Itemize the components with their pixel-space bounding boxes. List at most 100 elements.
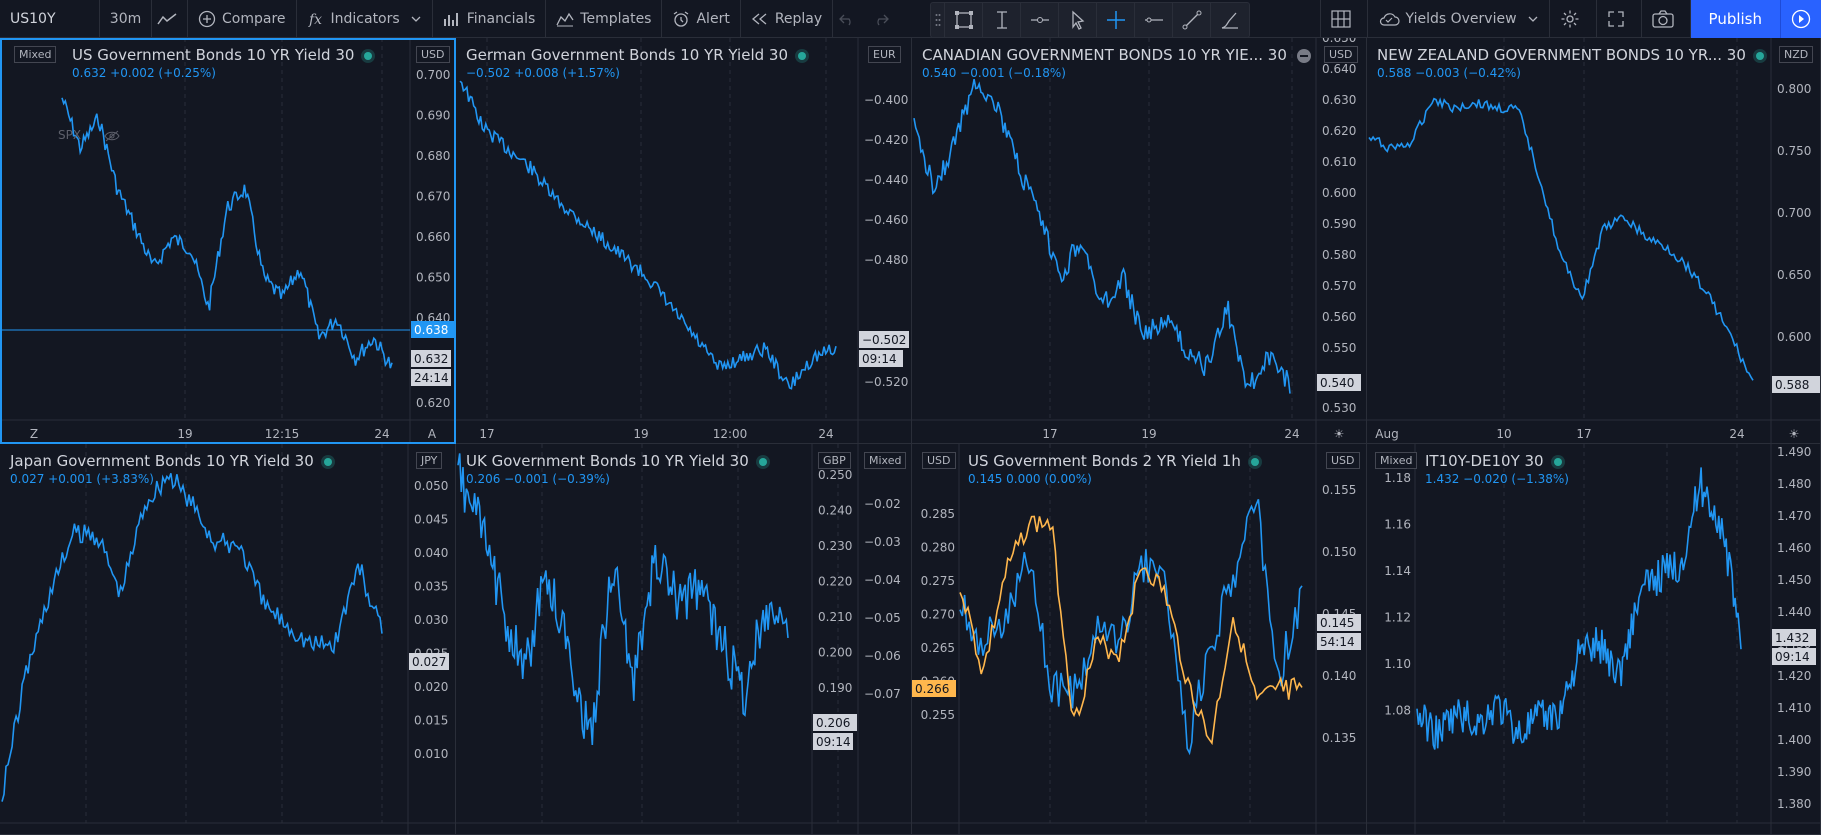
last-price-tag-text: −0.502 [862,333,906,347]
chart-canvas[interactable]: −0.400 −0.420 −0.440 −0.460 −0.480 17 19 12:00 2… [456,38,912,444]
drag-handle[interactable] [931,3,945,37]
time-tick-label: Aug [1375,427,1398,441]
chart-canvas[interactable]: 0.0500.0450.0400.0350.0300.0250.0200.015… [0,444,456,835]
price-tick-label: −0.420 [864,133,908,147]
chart-pane-de10y[interactable]: −0.400 −0.420 −0.440 −0.460 −0.480 17 19 12:00 2… [456,38,912,444]
templates-button[interactable]: Templates [546,0,663,38]
chart-canvas[interactable]: 0.650 0.640 0.630 0.620 0.610 0.600 0.590 0.580… [912,38,1367,444]
left-tick-label: 0.280 [921,541,955,555]
snapshot-button[interactable] [1642,0,1691,38]
right-scale-tag-2[interactable]: Mixed [864,452,907,469]
trend-line-tool[interactable] [1173,3,1211,37]
compare-button[interactable]: Compare [188,0,297,38]
pane-change: 0.540 −0.001 (−0.18%) [922,66,1066,80]
replay-button[interactable]: Replay [741,0,834,38]
cursor-tool[interactable] [1059,3,1097,37]
chart-pane-it-de-spread[interactable]: 1.4901.4801.4701.4601.4501.4401.4301.420… [1367,444,1821,835]
price-tick-label: −0.07 [864,687,901,701]
time-tick-label: 19 [633,427,648,441]
crosshair-tool[interactable] [1097,3,1135,37]
brush-tool[interactable] [1211,3,1249,37]
chart-canvas[interactable]: 1.4901.4801.4701.4601.4501.4401.4301.420… [1367,444,1821,835]
time-tick-label: 24 [374,427,389,441]
countdown-tag-text: 24:14 [414,371,449,385]
nz10y-line[interactable] [1368,97,1754,381]
price-tick-label: 0.620 [416,396,450,410]
alert-button[interactable]: Alert [662,0,741,38]
pane-change: 0.632 +0.002 (+0.25%) [72,66,216,80]
layout-selector[interactable]: Yields Overview [1368,0,1550,38]
chart-pane-us10y[interactable]: 0.7000.6900.6800.6700.6600.6500.6403385.… [0,38,456,444]
grip-icon [935,14,940,26]
ca10y-line[interactable] [913,78,1291,394]
right-scale-tag[interactable]: EUR [868,46,901,63]
chart-type-button[interactable] [152,0,188,38]
last-price-tag: 0.540 [1317,374,1361,391]
chart-canvas[interactable]: 0.800 0.750 0.700 0.650 0.600 Aug 10 17 24 0.588 ☀ [1367,38,1821,444]
price-tick-label: 0.550 [1322,341,1356,355]
play-button[interactable] [1780,0,1821,38]
pane-change: 0.588 −0.003 (−0.42%) [1377,66,1521,80]
rectangle-select-icon [954,11,973,29]
last-price-tag-text: 0.632 [414,352,448,366]
bar-chart-icon [443,12,458,26]
interval-button[interactable]: 30m [100,0,152,38]
undo-button[interactable] [833,0,867,38]
text-cursor-tool[interactable] [983,3,1021,37]
left-scale-tag[interactable]: USD [922,452,956,469]
redo-button[interactable] [867,0,901,38]
de10y-line[interactable] [459,80,837,390]
price-tick-label: 0.610 [1322,155,1356,169]
financials-button[interactable]: Financials [433,0,547,38]
right-scale-tag[interactable]: USD [1326,452,1360,469]
jp10y-line[interactable] [1,473,383,802]
price-tick-label: 1.380 [1777,797,1811,811]
cloud-icon [1379,13,1400,26]
chart-canvas[interactable]: 0.155 0.150 0.145 0.140 0.135 0.285 0.280 0.275… [912,444,1367,835]
price-tick-label: 0.015 [414,714,448,728]
right-scale-tag[interactable]: JPY [416,452,443,469]
horizontal-ray-tool[interactable] [1021,3,1059,37]
fullscreen-button[interactable] [1597,0,1642,38]
left-scale-tag[interactable]: Mixed [1375,452,1418,469]
replay-label: Replay [774,10,823,27]
us2y-line-blue[interactable] [959,498,1303,756]
last-price-tag-text: 0.027 [412,655,446,669]
rectangle-tool[interactable] [945,3,983,37]
price-tick-label: 0.600 [1777,330,1811,344]
symbol-search[interactable]: US10Y [0,0,100,38]
chart-pane-ca10y[interactable]: 0.650 0.640 0.630 0.620 0.610 0.600 0.590 0.580… [912,38,1367,444]
right-scale-tag[interactable]: USD [416,46,450,63]
chart-pane-nz10y[interactable]: 0.800 0.750 0.700 0.650 0.600 Aug 10 17 24 0.588 ☀… [1367,38,1821,444]
price-tick-label: 1.400 [1777,733,1811,747]
chart-pane-us2y[interactable]: 0.155 0.150 0.145 0.140 0.135 0.285 0.280 0.275… [912,444,1367,835]
time-tick-label: 19 [1141,427,1156,441]
function-icon: fx [308,12,322,28]
it-de-spread-line[interactable] [1416,467,1742,750]
price-tick-label: 0.010 [414,747,448,761]
right-scale-tag[interactable]: NZD [1779,46,1814,63]
left-tick-label: 0.255 [921,708,955,722]
settings-button[interactable] [1550,0,1597,38]
right-scale-tag[interactable]: USD [1324,46,1358,63]
layout-grid-button[interactable] [1319,0,1368,38]
chart-pane-jp10y[interactable]: 0.0500.0450.0400.0350.0300.0250.0200.015… [0,444,456,835]
last-price-tag: 0.145 [1317,614,1361,631]
price-tick-label: 0.140 [1322,669,1356,683]
chart-pane-uk10y[interactable]: 0.250 0.240 0.230 0.220 0.210 0.200 0.190 −0.02… [456,444,912,835]
price-tick-label: 1.410 [1777,701,1811,715]
eye-off-icon[interactable] [104,130,120,142]
last-price-tag: 0.206 [813,714,857,731]
price-tick-label: 0.640 [1322,62,1356,76]
indicators-button[interactable]: fx Indicators [297,0,433,38]
right-scale-tag[interactable]: GBP [818,452,851,469]
price-tick-label: 0.560 [1322,310,1356,324]
us2y-line-orange[interactable] [959,515,1303,746]
left-scale-tag[interactable]: Mixed [14,46,57,63]
price-tick-label: −0.480 [864,253,908,267]
price-tick-label: 0.670 [416,190,450,204]
publish-button[interactable]: Publish [1690,0,1780,38]
chart-canvas[interactable]: 0.7000.6900.6800.6700.6600.6500.6403385.… [0,38,456,444]
chart-canvas[interactable]: 0.250 0.240 0.230 0.220 0.210 0.200 0.190 −0.02… [456,444,912,835]
horizontal-line-tool[interactable] [1135,3,1173,37]
